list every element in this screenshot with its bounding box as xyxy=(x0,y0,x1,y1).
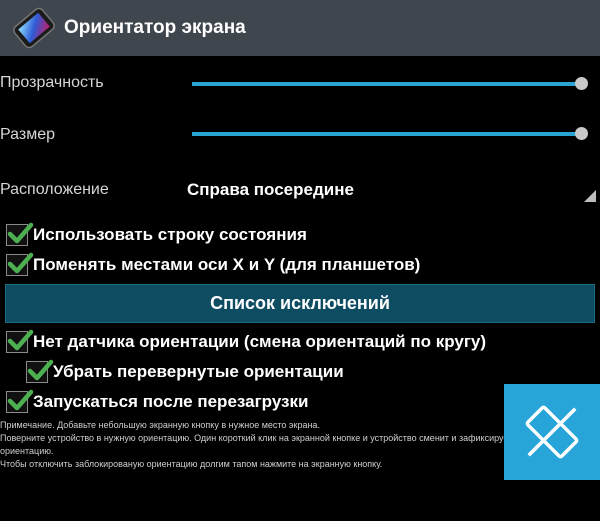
size-slider[interactable] xyxy=(192,127,588,141)
transparency-slider[interactable] xyxy=(192,77,588,91)
start-on-boot-label: Запускаться после перезагрузки xyxy=(33,392,309,411)
start-on-boot-checkbox[interactable]: Запускаться после перезагрузки xyxy=(6,389,309,413)
screen-rotation-app-icon xyxy=(13,7,55,49)
use-status-bar-label: Использовать строку состояния xyxy=(33,225,307,244)
check-mark-icon xyxy=(7,329,34,351)
dropdown-corner-icon xyxy=(584,190,596,202)
size-slider-thumb[interactable] xyxy=(575,127,588,140)
position-label: Расположение xyxy=(0,181,109,198)
position-select[interactable]: Справа посередине xyxy=(187,180,354,200)
checkbox-box[interactable] xyxy=(6,222,34,246)
check-mark-icon xyxy=(7,252,34,274)
remove-upside-down-checkbox[interactable]: Убрать перевернутые ориентации xyxy=(26,359,344,383)
swap-axes-checkbox[interactable]: Поменять местами оси X и Y (для планшето… xyxy=(6,252,421,276)
remove-upside-down-label: Убрать перевернутые ориентации xyxy=(53,362,344,381)
floating-rotation-button[interactable] xyxy=(504,384,600,480)
transparency-label: Прозрачность xyxy=(0,74,104,91)
rotation-lock-icon xyxy=(525,405,579,459)
note-line: Примечание. Добавьте небольшую экранную … xyxy=(0,420,320,430)
size-slider-track xyxy=(192,132,582,136)
instructions-note: Примечание. Добавьте небольшую экранную … xyxy=(0,419,505,471)
exclusions-list-button[interactable]: Список исключений xyxy=(5,284,595,323)
check-mark-icon xyxy=(27,359,54,381)
checkbox-box[interactable] xyxy=(26,359,54,383)
check-mark-icon xyxy=(7,389,34,411)
transparency-slider-thumb[interactable] xyxy=(575,77,588,90)
note-line: ориентацию. xyxy=(0,446,54,456)
checkbox-box[interactable] xyxy=(6,252,34,276)
no-orientation-sensor-label: Нет датчика ориентации (смена ориентаций… xyxy=(33,332,487,351)
use-status-bar-checkbox[interactable]: Использовать строку состояния xyxy=(6,222,307,246)
title-bar: Ориентатор экрана xyxy=(0,0,600,56)
note-line: Чтобы отключить заблокированую ориентаци… xyxy=(0,459,383,469)
no-orientation-sensor-checkbox[interactable]: Нет датчика ориентации (смена ориентаций… xyxy=(6,329,487,353)
note-line: Поверните устройство в нужную ориентацию… xyxy=(0,433,505,443)
app-title: Ориентатор экрана xyxy=(64,17,246,38)
transparency-slider-track xyxy=(192,82,582,86)
checkbox-box[interactable] xyxy=(6,389,34,413)
checkbox-box[interactable] xyxy=(6,329,34,353)
size-label: Размер xyxy=(0,126,55,143)
check-mark-icon xyxy=(7,222,34,244)
swap-axes-label: Поменять местами оси X и Y (для планшето… xyxy=(33,255,421,274)
